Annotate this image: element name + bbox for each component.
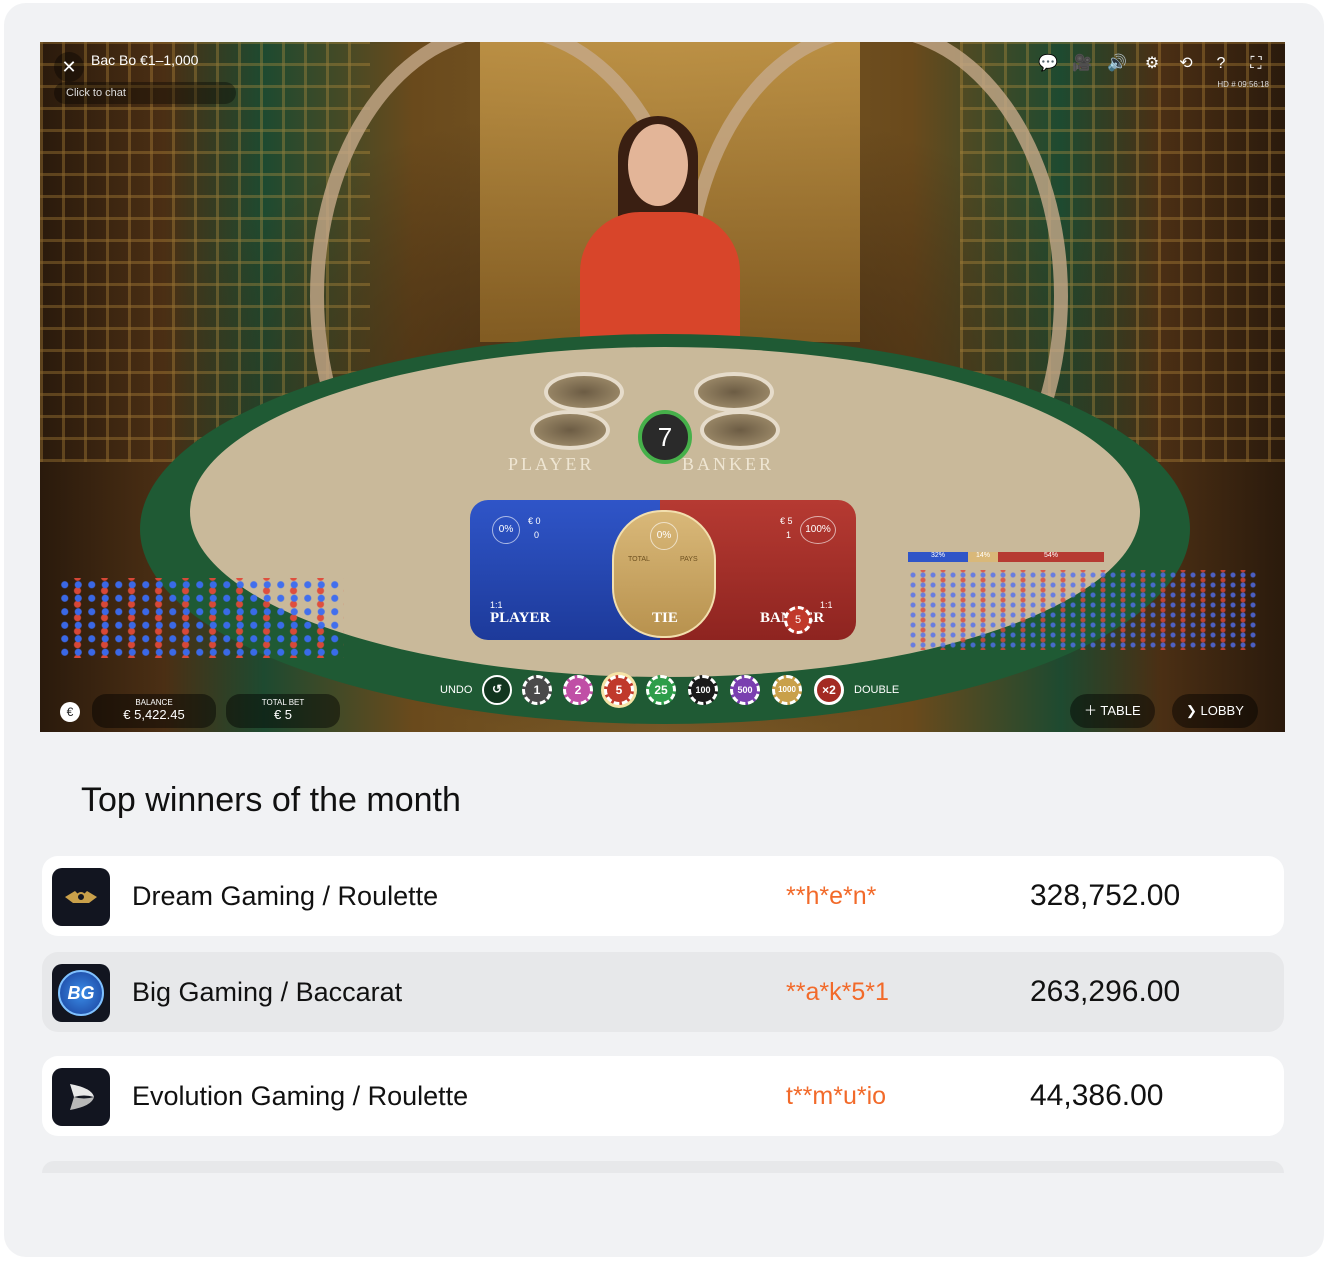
history-icon[interactable]: ⟲ — [1172, 50, 1200, 78]
winner-game: Dream Gaming / Roulette — [132, 881, 439, 911]
winner-user: **h*e*n* — [786, 882, 877, 910]
total-bet-pill: TOTAL BET € 5 — [226, 694, 340, 728]
dream-gaming-logo-icon — [52, 868, 110, 926]
winner-user: **a*k*5*1 — [786, 978, 889, 1006]
live-game-stream[interactable]: 7 PLAYER BANKER 0% € 0 0 1:1 PLAYER 100%… — [40, 42, 1285, 732]
currency-icon[interactable]: € — [60, 702, 80, 722]
table-title: Bac Bo €1–1,000 — [91, 52, 199, 68]
winner-user: t**m*u*io — [786, 1082, 887, 1110]
player-count: 0 — [534, 530, 540, 540]
chat-icon[interactable]: 💬 — [1034, 50, 1062, 78]
tie-bet-spot[interactable]: 0% TOTAL PAYS TIE — [612, 510, 716, 638]
winner-amount: 263,296.00 — [1030, 975, 1181, 1008]
balance-pill: BALANCE € 5,422.45 — [92, 694, 216, 728]
chip-100[interactable]: 100 — [688, 675, 718, 705]
undo-icon[interactable]: ↺ — [482, 675, 512, 705]
chip-500[interactable]: 500 — [730, 675, 760, 705]
double-button[interactable]: ×2 — [814, 675, 844, 705]
winner-game: Big Gaming / Baccarat — [132, 977, 403, 1007]
stat-tie: 14% — [968, 552, 998, 562]
balance-label: BALANCE — [135, 698, 173, 707]
big-road — [908, 570, 1258, 650]
winner-amount: 44,386.00 — [1030, 1079, 1164, 1112]
add-table-button[interactable]: ＋ TABLE — [1070, 694, 1155, 728]
total-bet-label: TOTAL BET — [261, 698, 305, 707]
undo-label: UNDO — [440, 684, 473, 696]
dealer-face — [628, 124, 688, 206]
banker-pct: 100% — [800, 516, 836, 544]
big-gaming-badge: BG — [58, 970, 104, 1016]
winner-row[interactable]: Dream Gaming / Roulette **h*e*n* 328,752… — [42, 856, 1284, 936]
balance-value: € 5,422.45 — [123, 707, 185, 722]
bead-road-left — [58, 578, 344, 658]
tie-label: TIE — [652, 610, 678, 626]
dice-cup-player-2 — [530, 410, 610, 450]
player-amount: € 0 — [528, 516, 541, 526]
content-card: 7 PLAYER BANKER 0% € 0 0 1:1 PLAYER 100%… — [4, 3, 1324, 1257]
camera-icon[interactable]: 🎥 — [1068, 50, 1096, 78]
table-button-label: TABLE — [1100, 703, 1141, 718]
player-label: PLAYER — [490, 610, 551, 626]
settings-gear-icon[interactable]: ⚙ — [1138, 50, 1166, 78]
dice-cup-banker-1 — [694, 372, 774, 412]
lobby-button[interactable]: ❯ LOBBY — [1172, 694, 1258, 728]
chip-25[interactable]: 25 — [646, 675, 676, 705]
stat-player: 32% — [908, 552, 968, 562]
hd-label: HD — [1217, 80, 1229, 89]
player-pct: 0% — [492, 516, 520, 544]
felt-banker-text: BANKER — [682, 454, 775, 474]
felt-player-text: PLAYER — [508, 454, 595, 474]
winner-row[interactable]: Evolution Gaming / Roulette t**m*u*io 44… — [42, 1056, 1284, 1136]
tie-total-header: TOTAL — [628, 556, 650, 563]
stats-panel: 32% 14% 54% — [908, 552, 1278, 662]
tie-pct: 0% — [650, 522, 678, 550]
chip-1000[interactable]: 1000 — [772, 675, 802, 705]
chip-2[interactable]: 2 — [563, 675, 593, 705]
chip-1[interactable]: 1 — [522, 675, 552, 705]
fullscreen-icon[interactable]: ⛶ — [1242, 50, 1270, 78]
close-icon[interactable]: ✕ — [54, 52, 84, 82]
placed-chip[interactable]: 5 — [784, 606, 812, 634]
clock: # 09:56:18 — [1231, 80, 1269, 89]
plus-icon: ＋ — [1084, 703, 1101, 718]
chat-input[interactable]: Click to chat — [54, 82, 236, 104]
total-bet-value: € 5 — [273, 707, 293, 722]
dealer — [580, 212, 740, 352]
winner-row-partial — [42, 1161, 1284, 1173]
help-icon[interactable]: ? — [1207, 50, 1235, 78]
big-gaming-logo-icon: BG — [52, 964, 110, 1022]
evolution-gaming-logo-icon — [52, 1068, 110, 1126]
winner-amount: 328,752.00 — [1030, 879, 1181, 912]
volume-icon[interactable]: 🔊 — [1103, 50, 1131, 78]
lobby-arrow-icon: ❯ — [1186, 703, 1201, 718]
dice-cup-player-1 — [544, 372, 624, 412]
banker-count: 1 — [786, 530, 792, 540]
winner-game: Evolution Gaming / Roulette — [132, 1081, 469, 1111]
lobby-button-label: LOBBY — [1200, 703, 1244, 718]
banker-odds: 1:1 — [820, 600, 833, 610]
tie-pays-header: PAYS — [680, 556, 698, 563]
chip-5[interactable]: 5 — [604, 675, 634, 705]
winner-row[interactable]: BG Big Gaming / Baccarat **a*k*5*1 263,2… — [42, 952, 1284, 1032]
banker-amount: € 5 — [780, 516, 793, 526]
dice-cup-banker-2 — [700, 410, 780, 450]
video-quality-clock: HD # 09:56:18 — [1217, 80, 1269, 89]
stat-banker: 54% — [998, 552, 1104, 562]
section-title: Top winners of the month — [81, 781, 461, 819]
double-label: DOUBLE — [854, 684, 900, 696]
player-odds: 1:1 — [490, 600, 503, 610]
